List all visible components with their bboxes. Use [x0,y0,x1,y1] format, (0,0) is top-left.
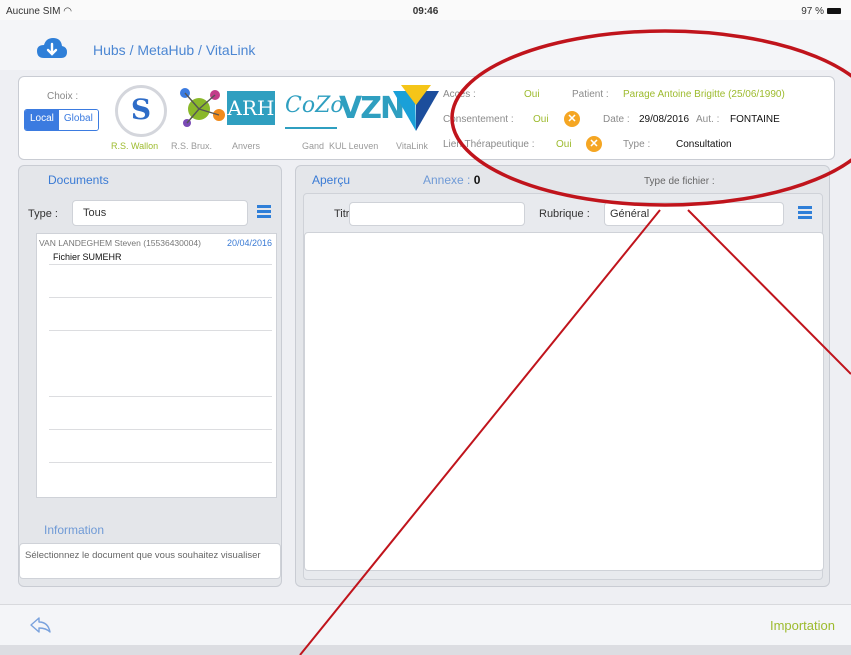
header: Hubs / MetaHub / VitaLink [0,20,851,70]
hub-label-rs-wallon[interactable]: R.S. Wallon [111,141,158,151]
battery-percent: 97 % [801,6,824,17]
local-global-segment[interactable]: Local Global [24,109,99,131]
titre-input[interactable] [349,202,525,226]
rubrique-list-icon[interactable] [798,205,812,219]
apercu-panel: Aperçu Annexe : 0 Type de fichier : Titr… [295,165,830,587]
annexe-tab[interactable]: Annexe : 0 [423,173,480,187]
information-title: Information [44,523,105,537]
patient-label: Patient : [572,89,609,100]
clock: 09:46 [412,6,439,17]
hub-label-gand[interactable]: Gand [302,141,324,151]
list-menu-icon[interactable] [257,204,271,218]
hub-logo-rs-wallon[interactable]: S [115,85,167,137]
hub-logo-rs-brux[interactable] [173,83,229,133]
type-value: Consultation [676,139,732,150]
battery-icon [827,8,841,15]
importation-button[interactable]: Importation [770,618,835,633]
type-filter-select[interactable]: Tous [72,200,248,226]
hub-selector-box: Choix : Local Global S ARH CoZo VZN R.S.… [18,76,835,160]
lien-therapeutique-value: Oui [556,139,572,150]
hub-logo-kul-leuven[interactable]: VZN [339,91,405,127]
document-file: Fichier SUMEHR [53,252,122,262]
document-list: VAN LANDEGHEM Steven (15536430004) 20/04… [36,233,277,498]
rubrique-value: Général [610,208,650,220]
status-bar: Aucune SIM ◠ 09:46 97 % [0,0,851,20]
bottom-toolbar: Importation [0,604,851,645]
aut-value: FONTAINE [730,114,780,125]
type-fichier-label: Type de fichier : [644,176,715,187]
cloud-download-icon[interactable] [36,36,68,60]
patient-value: Parage Antoine Brigitte (25/06/1990) [623,89,785,100]
choix-label: Choix : [47,91,79,102]
acces-value: Oui [524,89,540,100]
acces-label: Accès : [443,89,476,100]
document-date: 20/04/2016 [226,238,272,248]
rubrique-select[interactable]: Général [604,202,784,226]
annexe-count: 0 [473,173,481,187]
information-text: Sélectionnez le document que vous souhai… [19,543,281,579]
document-author: VAN LANDEGHEM Steven (15536430004) [39,238,201,248]
type-label: Type : [623,139,651,150]
hub-label-vitalink[interactable]: VitaLink [396,141,428,151]
lien-x-icon[interactable]: ✕ [586,136,602,152]
back-arrow-icon[interactable] [29,617,51,633]
segment-local[interactable]: Local [25,110,59,130]
type-filter-value: Tous [83,207,107,219]
app-screen: Aucune SIM ◠ 09:46 97 % Hubs / MetaHub /… [0,0,851,645]
divider [49,429,272,430]
consentement-value: Oui [533,114,549,125]
divider [49,462,272,463]
consentement-x-icon[interactable]: ✕ [564,111,580,127]
divider [49,297,272,298]
divider [49,396,272,397]
hub-logo-vitalink[interactable] [391,83,441,135]
documents-panel: Documents Type : Tous VAN LANDEGHEM Stev… [18,165,282,587]
divider [49,264,272,265]
type-filter-label: Type : [28,208,58,220]
hub-label-kul-leuven[interactable]: KUL Leuven [329,141,378,151]
rubrique-label: Rubrique : [539,208,590,220]
list-item[interactable]: VAN LANDEGHEM Steven (15536430004) 20/04… [39,238,274,264]
breadcrumb: Hubs / MetaHub / VitaLink [93,42,256,58]
hub-logo-anvers[interactable]: ARH [227,91,275,125]
document-preview [304,232,824,571]
date-value: 29/08/2016 [639,114,690,125]
lien-therapeutique-label: Lien Thérapeutique : [443,139,535,150]
divider [49,330,272,331]
segment-global[interactable]: Global [58,110,98,130]
apercu-tab[interactable]: Aperçu [312,173,350,187]
documents-title[interactable]: Documents [48,173,109,187]
aut-label: Aut. : [696,114,720,125]
hub-label-rs-brux[interactable]: R.S. Brux. [171,141,212,151]
consentement-label: Consentement : [443,114,514,125]
hub-logo-gand[interactable]: CoZo [285,89,344,129]
hub-label-anvers[interactable]: Anvers [232,141,260,151]
annexe-label: Annexe : [423,173,471,187]
date-label: Date : [603,114,630,125]
